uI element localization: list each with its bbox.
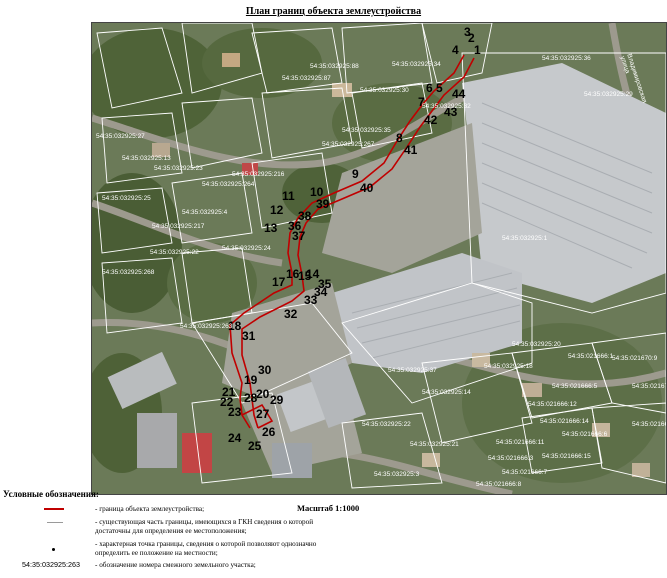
legend-item-point: - характерная точка границы, сведения о … bbox=[95, 540, 317, 557]
boundary-point-42: 42 bbox=[424, 113, 438, 127]
boundary-point-6: 6 bbox=[426, 81, 433, 95]
parcel-number-9: 54:35:032925:216 bbox=[232, 171, 285, 178]
parcel-number-17: 54:35:032925:263 bbox=[180, 323, 233, 330]
parcel-number-40: 54:35:032925:25 bbox=[102, 195, 151, 202]
boundary-point-29: 29 bbox=[270, 393, 284, 407]
parcel-number-14: 54:35:032925:24 bbox=[222, 245, 271, 252]
parcel-number-33: 54:35:021670:1 bbox=[632, 383, 666, 390]
parcel-number-35: 54:35:021666:7 bbox=[502, 469, 548, 476]
parcel-number-38: 54:35:032925:13 bbox=[122, 155, 171, 162]
parcel-number-28: 54:35:021666:14 bbox=[540, 418, 589, 425]
parcel-number-4: 54:35:032925:32 bbox=[422, 103, 471, 110]
parcel-number-5: 54:35:032925:88 bbox=[310, 63, 359, 70]
parcel-number-29: 54:35:021666:11 bbox=[496, 439, 545, 446]
point-dot-symbol bbox=[52, 548, 55, 551]
parcel-number-25: 54:35:021666:1 bbox=[568, 353, 614, 360]
plan-title: План границ объекта землеустройства bbox=[245, 6, 422, 17]
boundary-point-5: 5 bbox=[436, 81, 443, 95]
parcel-number-37: 54:35:021666:13 bbox=[632, 421, 667, 428]
boundary-point-15: 15 bbox=[298, 269, 312, 283]
parcel-number-7: 54:35:032925:35 bbox=[342, 127, 391, 134]
boundary-point-16: 16 bbox=[286, 267, 300, 281]
boundary-point-24: 24 bbox=[228, 431, 242, 445]
parcel-number-18: 54:35:032925:37 bbox=[388, 367, 437, 374]
legend-item-parcel: - обозначение номера смежного земельного… bbox=[95, 561, 256, 569]
boundary-point-20: 20 bbox=[256, 387, 270, 401]
boundary-point-35: 35 bbox=[318, 277, 332, 291]
orthophoto-map[interactable]: 1 2 3 4 5 6 7 8 9 10 11 12 13 14 15 16 17 18 19 20 21 22 23 24 2… bbox=[91, 22, 667, 495]
parcel-number-23: 54:35:032925:22 bbox=[362, 421, 411, 428]
boundary-point-28: 28 bbox=[244, 391, 258, 405]
legend-heading: Условные обозначения: bbox=[3, 489, 99, 499]
parcel-number-6: 54:35:032925:87 bbox=[282, 75, 331, 82]
boundary-point-32: 32 bbox=[284, 307, 298, 321]
boundary-point-38: 38 bbox=[298, 209, 312, 223]
boundary-point-19: 19 bbox=[244, 373, 258, 387]
boundary-point-40: 40 bbox=[360, 181, 374, 195]
boundary-point-11: 11 bbox=[282, 189, 295, 203]
parcel-number-12: 54:35:032925:217 bbox=[152, 223, 205, 230]
boundary-point-39: 39 bbox=[316, 197, 330, 211]
boundary-point-30: 30 bbox=[258, 363, 272, 377]
parcel-number-1: 54:35:032925:29 bbox=[584, 91, 633, 98]
boundary-point-17: 17 bbox=[272, 275, 286, 289]
parcel-number-19: 54:35:032925:20 bbox=[512, 341, 561, 348]
parcel-number-15: 54:35:032925:268 bbox=[102, 269, 155, 276]
parcel-number-27: 54:35:021666:12 bbox=[528, 401, 577, 408]
boundary-point-4: 4 bbox=[452, 43, 459, 57]
parcel-number-3: 54:35:032925:30 bbox=[360, 87, 409, 94]
boundary-point-13: 13 bbox=[264, 221, 278, 235]
boundary-point-25: 25 bbox=[248, 439, 262, 453]
parcel-number-10: 54:35:032925:264 bbox=[202, 181, 255, 188]
parcel-number-20: 54:35:032925:18 bbox=[484, 363, 533, 370]
parcel-number-8: 54:35:032925:267 bbox=[322, 141, 375, 148]
parcel-number-30: 54:35:021666:15 bbox=[542, 453, 591, 460]
boundary-point-31: 31 bbox=[242, 329, 256, 343]
parcel-number-34: 54:35:021666:3 bbox=[488, 455, 534, 462]
cadastral-line-symbol bbox=[47, 522, 63, 523]
parcel-number-31: 54:35:021666:6 bbox=[562, 431, 608, 438]
parcel-number-39: 54:35:032925:27 bbox=[96, 133, 145, 140]
boundary-line-symbol bbox=[44, 508, 64, 510]
boundary-point-3: 3 bbox=[464, 25, 471, 39]
parcel-number-2: 54:35:032925:34 bbox=[392, 61, 441, 68]
boundary-point-37: 37 bbox=[292, 229, 306, 243]
parcel-number-11: 54:35:032925:4 bbox=[182, 209, 228, 216]
parcel-number-32: 54:35:021670:9 bbox=[612, 355, 658, 362]
parcel-number-24: 54:35:032925:3 bbox=[374, 471, 420, 478]
parcel-number-0: 54:35:032925:36 bbox=[542, 55, 591, 62]
boundary-point-12: 12 bbox=[270, 203, 284, 217]
parcel-code-symbol: 54:35:032925:263 bbox=[22, 560, 80, 569]
boundary-point-9: 9 bbox=[352, 167, 359, 181]
parcel-number-22: 54:35:032925:21 bbox=[410, 441, 459, 448]
boundary-point-1: 1 bbox=[474, 43, 481, 57]
parcel-number-26: 54:35:021666:5 bbox=[552, 383, 598, 390]
boundary-point-27: 27 bbox=[256, 407, 270, 421]
legend-item-cadastral: - существующая часть границы, имеющихся … bbox=[95, 518, 314, 535]
parcel-number-21: 54:35:032925:14 bbox=[422, 389, 471, 396]
boundary-point-41: 41 bbox=[404, 143, 418, 157]
boundary-point-8: 8 bbox=[396, 131, 403, 145]
legend-item-boundary: - граница объекта землеустройства; bbox=[95, 505, 205, 513]
boundary-point-23: 23 bbox=[228, 405, 242, 419]
parcel-number-13: 54:35:032925:22 bbox=[150, 249, 199, 256]
parcel-number-41: 54:35:032925:23 bbox=[154, 165, 203, 172]
boundary-point-44: 44 bbox=[452, 87, 466, 101]
parcel-number-36: 54:35:021666:8 bbox=[476, 481, 522, 488]
boundary-point-26: 26 bbox=[262, 425, 276, 439]
parcel-number-16: 54:35:032925:1 bbox=[502, 235, 548, 242]
